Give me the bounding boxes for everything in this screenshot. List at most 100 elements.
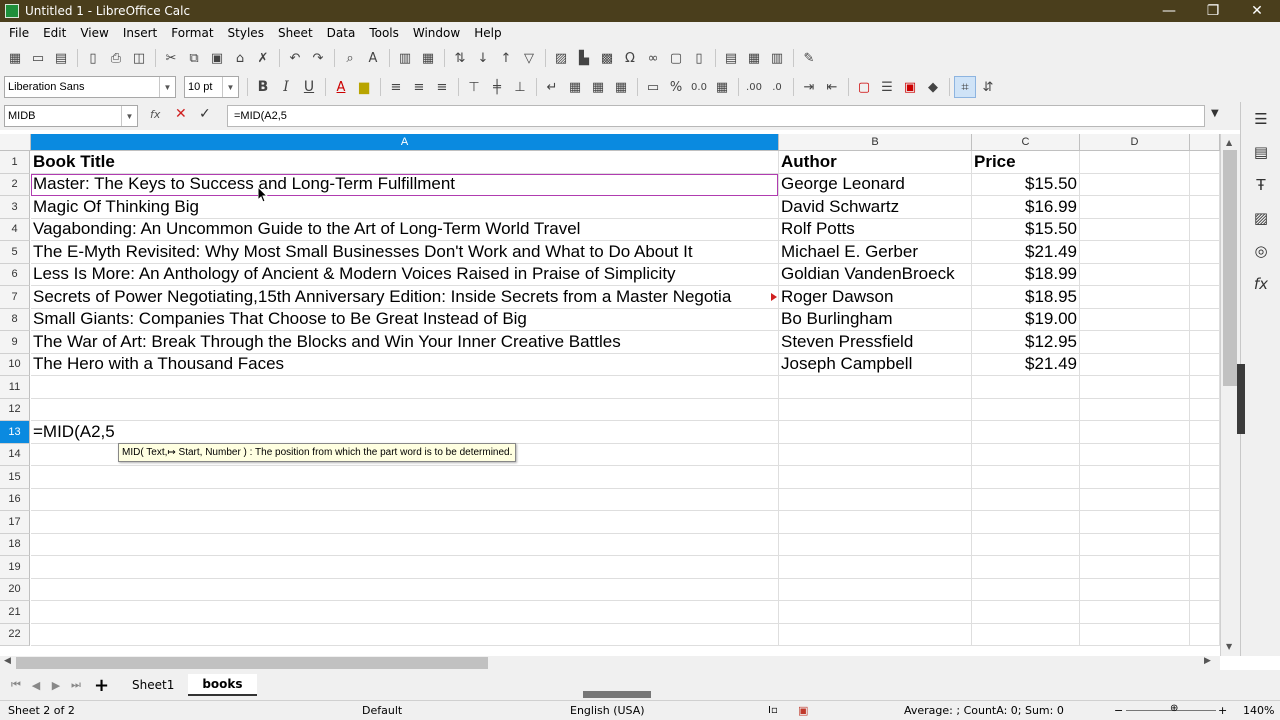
menu-insert[interactable]: Insert	[116, 26, 164, 40]
row-header[interactable]: 10	[0, 353, 30, 376]
row-header[interactable]: 5	[0, 241, 30, 264]
print-icon[interactable]: ⎙	[105, 47, 127, 69]
cell-c[interactable]	[972, 578, 1080, 601]
cell-d[interactable]	[1080, 466, 1190, 489]
menu-format[interactable]: Format	[164, 26, 220, 40]
font-size-box[interactable]: 10 pt ▼	[184, 76, 239, 98]
cell-b[interactable]: George Leonard	[779, 173, 972, 196]
cell-b[interactable]	[779, 376, 972, 399]
row-icon[interactable]: ▥	[394, 47, 416, 69]
find-replace-icon[interactable]: ⌕	[339, 47, 361, 69]
cell-d[interactable]	[1080, 398, 1190, 421]
export-pdf-icon[interactable]: ▯	[82, 47, 104, 69]
cell-a[interactable]	[31, 533, 779, 556]
cell-c[interactable]	[972, 533, 1080, 556]
cell-c[interactable]	[972, 488, 1080, 511]
menu-help[interactable]: Help	[467, 26, 508, 40]
cell-a[interactable]	[31, 556, 779, 579]
row-header[interactable]: 12	[0, 398, 30, 421]
highlight-color-icon[interactable]: ▆	[353, 76, 375, 98]
cell-d[interactable]	[1080, 443, 1190, 466]
underline-button[interactable]: U	[298, 76, 320, 98]
cell-d[interactable]	[1080, 601, 1190, 624]
row-header[interactable]: 9	[0, 331, 30, 354]
cell-b[interactable]	[779, 443, 972, 466]
sort-icon[interactable]: ⇅	[449, 47, 471, 69]
menu-styles[interactable]: Styles	[221, 26, 271, 40]
formula-input[interactable]: =MID(A2,5	[227, 105, 1205, 127]
cell-a[interactable]: The War of Art: Break Through the Blocks…	[31, 331, 779, 354]
increase-indent-icon[interactable]: ⇥	[798, 76, 820, 98]
zoom-in-icon[interactable]: +	[1218, 704, 1227, 717]
row-header[interactable]: 17	[0, 511, 30, 534]
border-style-icon[interactable]: ☰	[876, 76, 898, 98]
currency-format-icon[interactable]: ▭	[642, 76, 664, 98]
sort-ascending-icon[interactable]: ↓	[472, 47, 494, 69]
cell-a[interactable]: Book Title	[31, 151, 779, 174]
cell-e[interactable]	[1190, 151, 1220, 174]
vertical-scroll-thumb[interactable]	[1223, 150, 1237, 386]
cell-a[interactable]: Magic Of Thinking Big	[31, 196, 779, 219]
cell-b[interactable]	[779, 511, 972, 534]
cell-c[interactable]: Price	[972, 151, 1080, 174]
add-sheet-button[interactable]: +	[94, 675, 110, 696]
cell-a[interactable]	[31, 398, 779, 421]
cell-e[interactable]	[1190, 398, 1220, 421]
column-header-c[interactable]: C	[972, 134, 1080, 151]
comment-icon[interactable]: ▢	[665, 47, 687, 69]
cell-b[interactable]: David Schwartz	[779, 196, 972, 219]
insert-chart-icon[interactable]: ▙	[573, 47, 595, 69]
italic-button[interactable]: I	[275, 76, 297, 98]
cell-c[interactable]: $18.99	[972, 263, 1080, 286]
cell-b[interactable]	[779, 488, 972, 511]
align-right-icon[interactable]: ≡	[431, 76, 453, 98]
row-header[interactable]: 4	[0, 218, 30, 241]
cell-e[interactable]	[1190, 556, 1220, 579]
row-header[interactable]: 16	[0, 488, 30, 511]
cell-b[interactable]	[779, 623, 972, 646]
cell-b[interactable]: Steven Pressfield	[779, 331, 972, 354]
autofilter-icon[interactable]: ▽	[518, 47, 540, 69]
cell-a[interactable]: =MID(A2,5	[31, 421, 779, 444]
cell-e[interactable]	[1190, 286, 1220, 309]
cell-c[interactable]: $18.95	[972, 286, 1080, 309]
conditional-format-icon[interactable]: ◆	[922, 76, 944, 98]
menu-view[interactable]: View	[73, 26, 115, 40]
paste-icon[interactable]: ▣	[206, 47, 228, 69]
unmerge-cells-icon[interactable]: ▦	[610, 76, 632, 98]
menu-tools[interactable]: Tools	[362, 26, 406, 40]
define-print-area-icon[interactable]: ▤	[720, 47, 742, 69]
save-icon[interactable]: ▤	[50, 47, 72, 69]
zoom-slider-knob-icon[interactable]: ⊕	[1170, 703, 1178, 714]
row-header[interactable]: 19	[0, 556, 30, 579]
cell-e[interactable]	[1190, 353, 1220, 376]
cell-e[interactable]	[1190, 241, 1220, 264]
close-button[interactable]: ✕	[1234, 0, 1280, 22]
cell-e[interactable]	[1190, 263, 1220, 286]
cell-c[interactable]	[972, 511, 1080, 534]
row-header[interactable]: 7	[0, 286, 30, 309]
restore-button[interactable]: ❐	[1190, 0, 1236, 22]
row-header[interactable]: 8	[0, 308, 30, 331]
function-wizard-icon[interactable]: fx	[150, 108, 160, 121]
cell-c[interactable]: $21.49	[972, 241, 1080, 264]
text-language[interactable]: English (USA)	[570, 704, 645, 717]
cell-c[interactable]: $12.95	[972, 331, 1080, 354]
cell-a[interactable]: The E-Myth Revisited: Why Most Small Bus…	[31, 241, 779, 264]
select-all-corner[interactable]	[0, 134, 31, 151]
add-decimal-icon[interactable]: .00	[743, 76, 765, 98]
spreadsheet-grid[interactable]: A B C D 1 Book Title Author Price 2 Master: T…	[0, 134, 1220, 656]
percent-format-icon[interactable]: %	[665, 76, 687, 98]
cell-c[interactable]	[972, 623, 1080, 646]
cell-a[interactable]: The Hero with a Thousand Faces	[31, 353, 779, 376]
cell-c[interactable]	[972, 421, 1080, 444]
cell-e[interactable]	[1190, 376, 1220, 399]
hyperlink-icon[interactable]: ∞	[642, 47, 664, 69]
cell-d[interactable]	[1080, 308, 1190, 331]
cell-a[interactable]	[31, 488, 779, 511]
cell-d[interactable]	[1080, 331, 1190, 354]
cell-b[interactable]: Rolf Potts	[779, 218, 972, 241]
cell-a[interactable]: Less Is More: An Anthology of Ancient & …	[31, 263, 779, 286]
cell-e[interactable]	[1190, 308, 1220, 331]
horizontal-scrollbar[interactable]: ◀ ▶	[0, 656, 1220, 670]
